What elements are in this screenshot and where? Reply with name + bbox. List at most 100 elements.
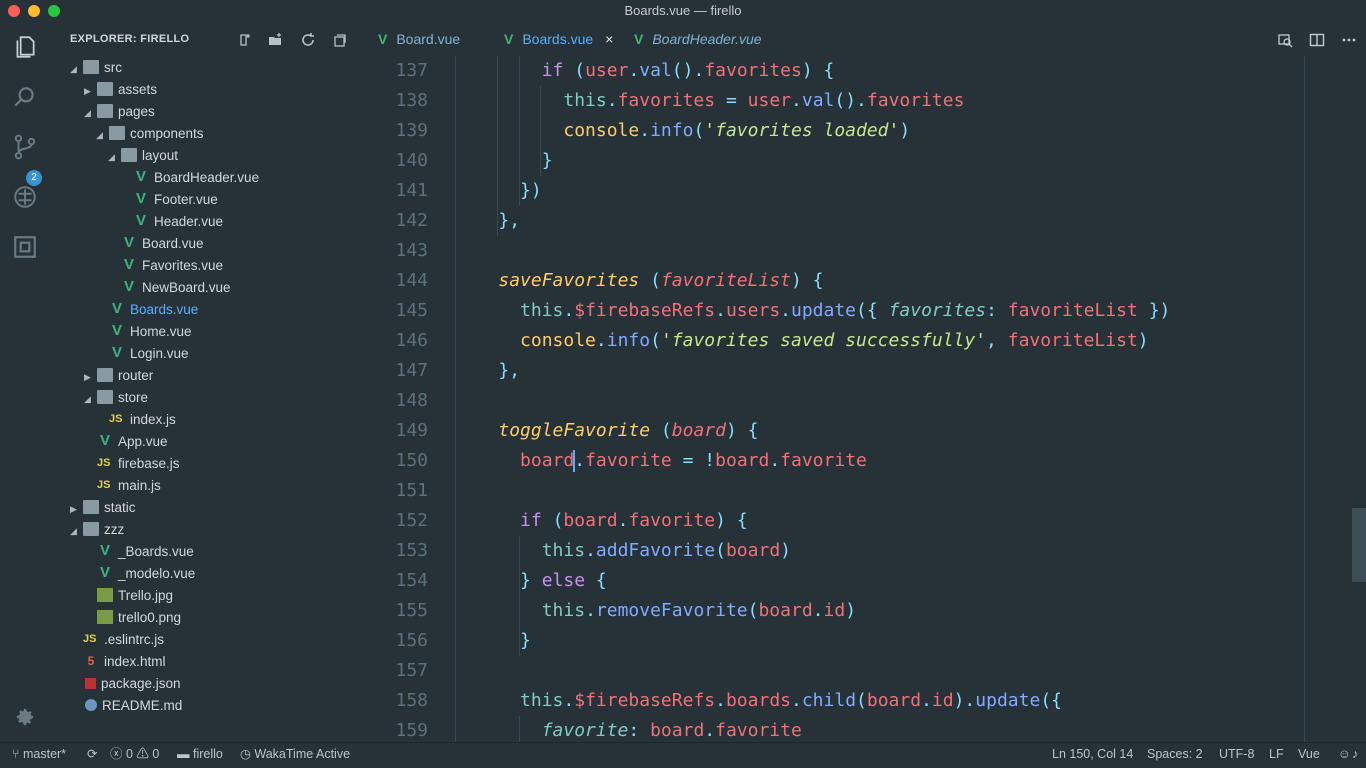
git-branch-icon: ⑂ — [12, 747, 23, 761]
indentation-status[interactable]: Spaces: 2 — [1147, 743, 1203, 765]
search-icon[interactable] — [12, 84, 38, 110]
bell-icon[interactable]: ♪ — [1352, 743, 1358, 765]
tree-item-modelo-vue[interactable]: V _modelo.vue — [84, 563, 195, 585]
tree-item-trello0-png[interactable]: trello0.png — [84, 607, 181, 629]
encoding-status[interactable]: UTF-8 — [1219, 743, 1254, 765]
title-bar: Boards.vue — firello — [0, 0, 1366, 22]
tree-item-trello-jpg[interactable]: Trello.jpg — [84, 585, 173, 607]
tree-item-label: App.vue — [118, 434, 168, 449]
vue-file-icon: V — [99, 564, 110, 582]
line-number: 141 — [395, 180, 428, 201]
tree-item-readme-md[interactable]: README.md — [70, 695, 182, 717]
line-number: 158 — [395, 690, 428, 711]
vue-file-icon: V — [135, 190, 146, 208]
image-file-icon — [97, 610, 113, 625]
image-file-icon — [97, 588, 113, 603]
clock-icon: ◷ — [240, 747, 255, 761]
sync-icon[interactable]: ⟳ — [87, 743, 97, 765]
tree-item-static[interactable]: ▶ static — [70, 497, 136, 519]
tree-item-boards-vue[interactable]: V _Boards.vue — [84, 541, 194, 563]
line-number: 151 — [395, 480, 428, 501]
new-file-icon[interactable] — [237, 32, 253, 48]
folder-icon — [83, 500, 99, 515]
tree-item-eslintrc-js[interactable]: JS .eslintrc.js — [70, 629, 164, 651]
tree-item-store[interactable]: ◢ store — [84, 387, 148, 409]
split-editor-icon[interactable] — [1309, 32, 1325, 48]
code-line: console.info('favorites loaded') — [563, 120, 911, 141]
extensions-icon[interactable] — [12, 234, 38, 260]
tree-item-firebase-js[interactable]: JS firebase.js — [84, 453, 180, 475]
vue-file-icon: V — [135, 168, 146, 186]
line-number: 146 — [395, 330, 428, 351]
files-icon[interactable] — [12, 34, 38, 60]
tab-board-vue[interactable]: V Board.vue — [378, 22, 460, 56]
line-number: 153 — [395, 540, 428, 561]
tree-item-components[interactable]: ◢ components — [96, 123, 204, 145]
folder-icon — [83, 60, 99, 75]
tree-item-index-js[interactable]: JS index.js — [96, 409, 176, 431]
tree-item-label: layout — [142, 148, 179, 163]
more-actions-icon[interactable] — [1341, 32, 1357, 48]
editor-scrollbar[interactable] — [1352, 508, 1366, 582]
tree-item-assets[interactable]: ▶ assets — [84, 79, 157, 101]
tree-item-label: zzz — [104, 522, 125, 537]
vue-icon: V — [634, 31, 644, 47]
tab-boardheader-vue[interactable]: V BoardHeader.vue — [634, 22, 762, 56]
minimize-window-button[interactable] — [28, 5, 40, 17]
tree-item-label: assets — [118, 82, 158, 97]
folder-icon: ▬ — [177, 747, 193, 761]
tree-item-main-js[interactable]: JS main.js — [84, 475, 161, 497]
tree-item-favorites-vue[interactable]: V Favorites.vue — [108, 255, 223, 277]
line-number: 154 — [395, 570, 428, 591]
tree-item-src[interactable]: ◢ src — [70, 57, 122, 79]
cursor-position[interactable]: Ln 150, Col 14 — [1052, 743, 1133, 765]
new-folder-icon[interactable] — [268, 32, 284, 48]
debug-icon[interactable] — [12, 184, 38, 210]
language-status[interactable]: Vue — [1298, 743, 1320, 765]
line-number: 138 — [395, 90, 428, 111]
tree-item-home-vue[interactable]: V Home.vue — [96, 321, 192, 343]
tab-boards-vue[interactable]: V Boards.vue × — [504, 22, 613, 56]
eol-status[interactable]: LF — [1269, 743, 1284, 765]
tree-item-footer-vue[interactable]: V Footer.vue — [120, 189, 218, 211]
code-line: if (user.val().favorites) { — [541, 60, 835, 81]
code-editor[interactable]: 137 138 139 140 141 142 143 144 145 146 147 148 149 1… — [360, 56, 1366, 742]
line-number: 139 — [395, 120, 428, 141]
tree-item-index-html[interactable]: 5 index.html — [70, 651, 166, 673]
vue-file-icon: V — [99, 542, 110, 560]
tree-item-header-vue[interactable]: V Header.vue — [120, 211, 223, 233]
refresh-icon[interactable] — [300, 32, 316, 48]
problems-status[interactable]: ⓧ 0 ⚠ 0 — [110, 743, 159, 765]
chevron-down-icon: ◢ — [96, 130, 103, 140]
open-changes-icon[interactable] — [1277, 32, 1293, 48]
smiley-icon[interactable]: ☺ — [1338, 743, 1351, 765]
tree-item-router[interactable]: ▶ router — [84, 365, 153, 387]
collapse-all-icon[interactable] — [332, 32, 348, 48]
tree-item-boardheader-vue[interactable]: V BoardHeader.vue — [120, 167, 259, 189]
js-file-icon: JS — [97, 479, 111, 492]
tree-item-package-json[interactable]: package.json — [70, 673, 181, 695]
tree-item-zzz[interactable]: ◢ zzz — [70, 519, 124, 541]
folder-icon — [109, 126, 125, 141]
tree-item-board-vue[interactable]: V Board.vue — [108, 233, 204, 255]
tree-item-app-vue[interactable]: V App.vue — [84, 431, 168, 453]
source-control-icon[interactable] — [12, 134, 38, 160]
line-number: 142 — [395, 210, 428, 231]
chevron-right-icon: ▶ — [70, 504, 77, 514]
branch-status[interactable]: ⑂ master* — [12, 743, 66, 765]
tree-item-label: index.html — [104, 654, 166, 669]
tree-item-newboard-vue[interactable]: V NewBoard.vue — [108, 277, 231, 299]
tree-item-boards-vue[interactable]: V Boards.vue — [96, 299, 198, 321]
tree-item-layout[interactable]: ◢ layout — [108, 145, 178, 167]
maximize-window-button[interactable] — [48, 5, 60, 17]
close-window-button[interactable] — [8, 5, 20, 17]
wakatime-status[interactable]: ◷ WakaTime Active — [240, 743, 350, 765]
close-tab-icon[interactable]: × — [605, 31, 613, 47]
folder-icon — [121, 148, 137, 163]
tree-item-label: src — [104, 60, 122, 75]
folder-status: ▬ firello — [177, 747, 223, 761]
chevron-down-icon: ◢ — [84, 394, 91, 404]
gear-icon[interactable] — [14, 706, 36, 728]
tree-item-login-vue[interactable]: V Login.vue — [96, 343, 189, 365]
tree-item-pages[interactable]: ◢ pages — [84, 101, 155, 123]
